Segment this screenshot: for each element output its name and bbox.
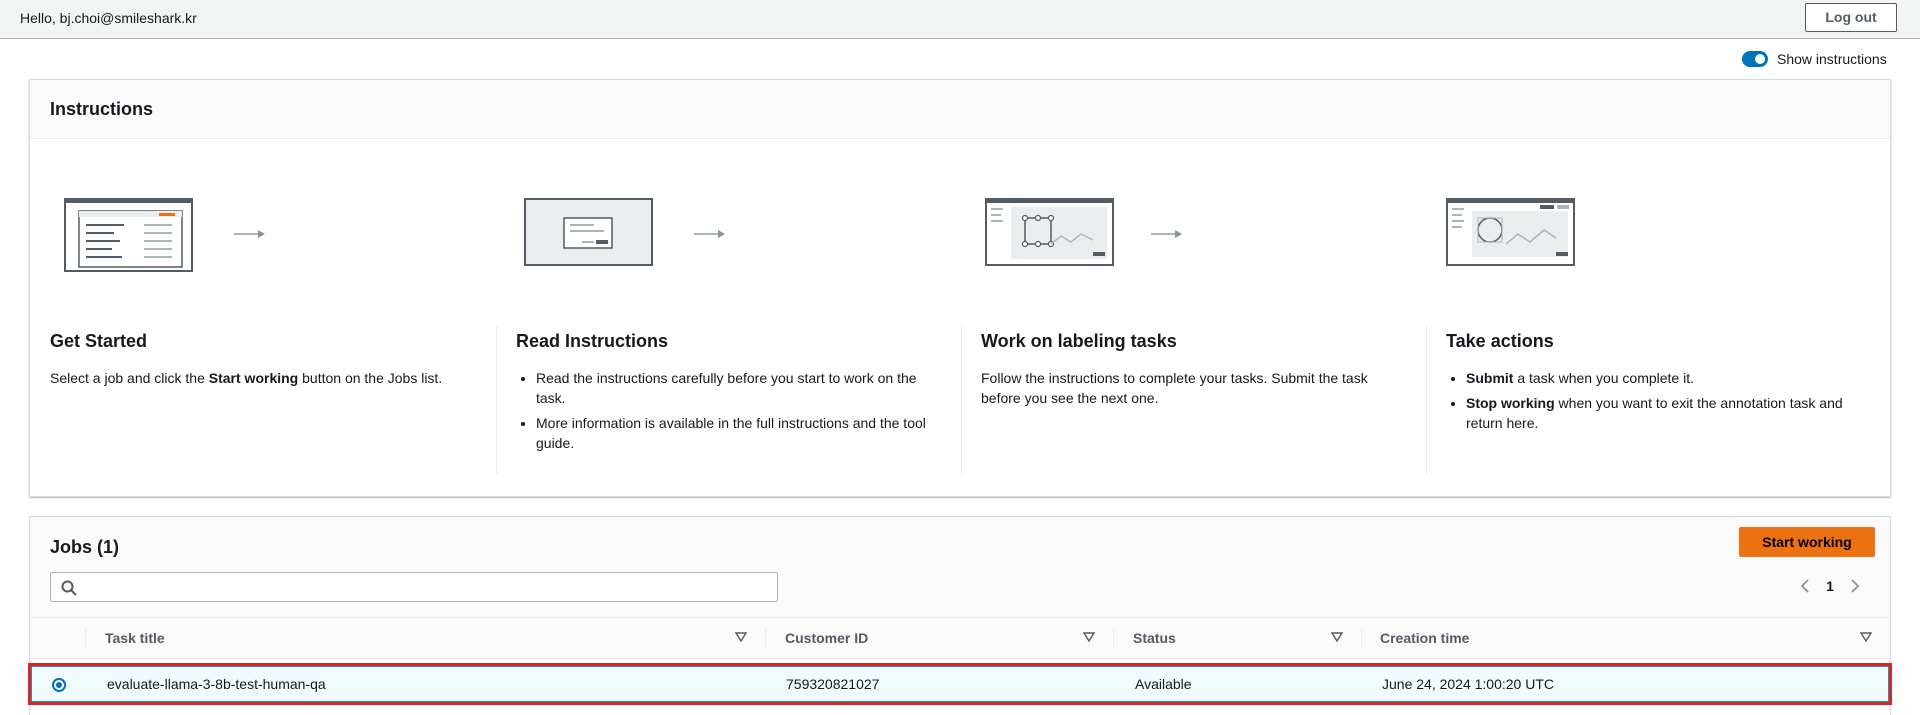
column-header-creation-time[interactable]: Creation time [1380, 618, 1469, 658]
step-bullet: Submit a task when you complete it. [1466, 368, 1876, 388]
column-header-status[interactable]: Status [1133, 618, 1176, 658]
step-bullet-text: a task when you complete it. [1513, 370, 1694, 386]
previous-page-button[interactable] [1795, 576, 1815, 596]
actions-illustration-icon [1446, 198, 1575, 266]
step-bullet-bold: Stop working [1466, 395, 1555, 411]
step-bullet-bold: Submit [1466, 370, 1514, 386]
step-bullet: Stop working when you want to exit the a… [1466, 393, 1876, 433]
step-desc-text: Select a job and click the [50, 370, 209, 386]
search-input[interactable] [83, 577, 763, 597]
step-title: Get Started [50, 331, 148, 351]
column-divider [1113, 628, 1114, 648]
cell-task-title: evaluate-llama-3-8b-test-human-qa [107, 676, 326, 692]
step-read-instructions: Read Instructions Read the instructions … [496, 80, 961, 498]
cell-status: Available [1135, 676, 1192, 692]
jobs-list-illustration-icon [64, 198, 193, 272]
table-header: Task title Customer ID Status Creation t… [30, 617, 1890, 659]
step-get-started: Get Started Select a job and click the S… [30, 80, 496, 498]
sort-caret-icon[interactable] [1083, 632, 1095, 642]
chevron-left-icon [1800, 579, 1809, 593]
chevron-right-icon [1851, 579, 1860, 593]
step-work-on-tasks: Work on labeling tasks Follow the instru… [961, 80, 1426, 498]
sort-caret-icon[interactable] [735, 632, 747, 642]
jobs-header: Jobs (1) Start working 1 [30, 517, 1890, 617]
next-page-button[interactable] [1845, 576, 1865, 596]
show-instructions-label: Show instructions [1777, 51, 1887, 67]
step-bullet: Read the instructions carefully before y… [536, 368, 946, 408]
step-description: Select a job and click the Start working… [50, 368, 480, 388]
column-divider [85, 628, 86, 648]
pagination: 1 [1795, 574, 1865, 598]
sort-caret-icon[interactable] [1331, 632, 1343, 642]
instructions-panel: Instructions Get Started Select a job an… [29, 79, 1891, 497]
sort-caret-icon[interactable] [1860, 632, 1872, 642]
instructions-illustration-icon [524, 198, 653, 266]
cell-creation-time: June 24, 2024 1:00:20 UTC [1382, 676, 1555, 692]
show-instructions-toggle[interactable] [1742, 51, 1768, 67]
step-title: Work on labeling tasks [981, 331, 1177, 351]
column-divider [765, 628, 766, 648]
step-desc-text: button on the Jobs list. [298, 370, 443, 386]
column-header-customer-id[interactable]: Customer ID [785, 618, 868, 658]
row-select-radio[interactable] [52, 678, 66, 692]
step-title: Read Instructions [516, 331, 669, 351]
column-header-task-title[interactable]: Task title [105, 618, 165, 658]
table-row-content[interactable]: evaluate-llama-3-8b-test-human-qa 759320… [31, 666, 1889, 702]
labeling-illustration-icon [985, 198, 1114, 266]
arrow-right-icon [1151, 230, 1182, 238]
step-desc-bold: Start working [208, 370, 299, 386]
column-divider [1361, 628, 1362, 648]
start-working-button[interactable]: Start working [1739, 527, 1875, 557]
step-description: Submit a task when you complete it. Stop… [1446, 368, 1876, 438]
page-number[interactable]: 1 [1815, 578, 1845, 594]
search-field[interactable] [50, 572, 778, 602]
cell-customer-id: 759320821027 [786, 676, 880, 692]
table-row[interactable]: evaluate-llama-3-8b-test-human-qa 759320… [28, 663, 1892, 705]
jobs-title: Jobs (1) [50, 537, 120, 557]
arrow-right-icon [694, 230, 725, 238]
logout-button[interactable]: Log out [1805, 3, 1897, 32]
jobs-panel: Jobs (1) Start working 1 Task title Cust… [28, 516, 1892, 715]
arrow-right-icon [234, 230, 265, 238]
show-instructions-control[interactable]: Show instructions [1742, 49, 1887, 69]
step-title: Take actions [1446, 331, 1554, 351]
step-description: Read the instructions carefully before y… [516, 368, 946, 458]
search-icon [61, 580, 77, 596]
step-bullet: More information is available in the ful… [536, 413, 946, 453]
top-bar: Hello, bj.choi@smileshark.kr Log out [0, 0, 1920, 39]
greeting-text: Hello, bj.choi@smileshark.kr [20, 10, 197, 26]
step-take-actions: Take actions Submit a task when you comp… [1426, 80, 1891, 498]
step-description: Follow the instructions to complete your… [981, 370, 1368, 406]
